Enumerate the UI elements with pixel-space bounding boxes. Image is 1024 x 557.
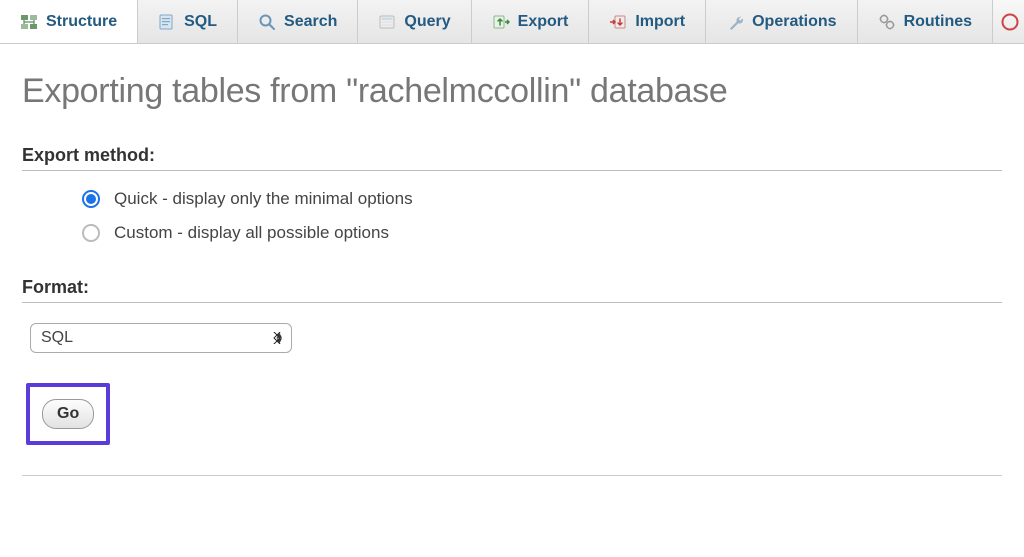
search-icon bbox=[258, 13, 276, 31]
radio-option-custom[interactable]: Custom - display all possible options bbox=[82, 223, 1002, 243]
routines-icon bbox=[878, 13, 896, 31]
export-icon bbox=[492, 13, 510, 31]
go-button[interactable]: Go bbox=[42, 399, 94, 429]
tab-overflow[interactable] bbox=[993, 0, 1024, 43]
structure-icon bbox=[20, 13, 38, 31]
format-select[interactable]: SQL ▴▾ bbox=[30, 323, 292, 353]
tab-operations[interactable]: Operations bbox=[706, 0, 857, 43]
tab-label: SQL bbox=[184, 13, 217, 31]
radio-icon bbox=[82, 224, 100, 242]
tab-label: Import bbox=[635, 13, 685, 31]
tab-label: Query bbox=[404, 13, 450, 31]
sql-icon bbox=[158, 13, 176, 31]
tab-sql[interactable]: SQL bbox=[138, 0, 238, 43]
page-title: Exporting tables from "rachelmccollin" d… bbox=[22, 72, 1002, 111]
operations-icon bbox=[726, 13, 744, 31]
tab-export[interactable]: Export bbox=[472, 0, 590, 43]
footer-divider bbox=[22, 475, 1002, 476]
tab-query[interactable]: Query bbox=[358, 0, 471, 43]
format-selected-value: SQL bbox=[41, 329, 73, 347]
tab-routines[interactable]: Routines bbox=[858, 0, 993, 43]
radio-label: Quick - display only the minimal options bbox=[114, 189, 413, 209]
format-heading: Format: bbox=[22, 277, 1002, 303]
tab-structure[interactable]: Structure bbox=[0, 0, 138, 43]
tab-import[interactable]: Import bbox=[589, 0, 706, 43]
chevron-updown-icon: ▴▾ bbox=[276, 332, 282, 344]
clock-icon bbox=[1001, 13, 1019, 31]
tab-label: Export bbox=[518, 13, 569, 31]
export-method-heading: Export method: bbox=[22, 145, 1002, 171]
radio-icon bbox=[82, 190, 100, 208]
go-highlight-box: Go bbox=[26, 383, 110, 445]
export-method-options: Quick - display only the minimal options… bbox=[22, 189, 1002, 243]
main-content: Exporting tables from "rachelmccollin" d… bbox=[0, 44, 1024, 486]
tab-label: Structure bbox=[46, 13, 117, 31]
radio-option-quick[interactable]: Quick - display only the minimal options bbox=[82, 189, 1002, 209]
radio-label: Custom - display all possible options bbox=[114, 223, 389, 243]
tab-search[interactable]: Search bbox=[238, 0, 358, 43]
tab-label: Routines bbox=[904, 13, 972, 31]
tab-label: Operations bbox=[752, 13, 836, 31]
tab-label: Search bbox=[284, 13, 337, 31]
top-tabs: Structure SQL Search Query Export Import bbox=[0, 0, 1024, 44]
import-icon bbox=[609, 13, 627, 31]
query-icon bbox=[378, 13, 396, 31]
